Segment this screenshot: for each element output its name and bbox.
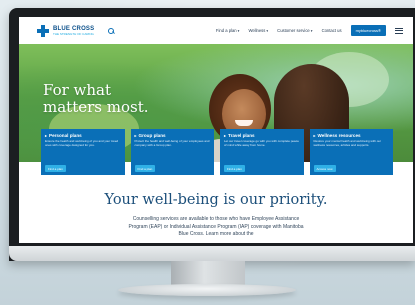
plan-cards: ▸ Personal plans Ensure the health and w… [41,129,393,175]
card-arrow-icon: ▸ [45,133,48,138]
nav-find-a-plan[interactable]: Find a plan▾ [216,28,240,33]
logo-wordmark: BLUE CROSS [53,25,95,32]
body-paragraph: Counselling services are available to th… [128,216,304,237]
monitor-stand-base [118,284,296,296]
card-description: Protect the health and well-being of you… [134,139,210,147]
site-header: BLUE CROSS THE STRENGTH OF CARING Find a… [19,17,413,44]
card-title: Group plans [138,133,166,138]
card-arrow-icon: ▸ [224,133,227,138]
chevron-down-icon: ▾ [310,29,313,33]
nav-wellness[interactable]: Wellness▾ [248,28,268,33]
access-now-button[interactable]: Access now [313,165,336,172]
card-group-plans[interactable]: ▸ Group plans Protect the health and wel… [130,129,214,175]
menu-icon[interactable] [395,27,403,34]
site-logo[interactable]: BLUE CROSS THE STRENGTH OF CARING [37,24,95,37]
card-description: Ensure the health and well-being of you … [45,139,119,147]
page-headline: Your well-being is our priority. [104,192,328,208]
card-title: Travel plans [228,133,255,138]
card-wellness-resources[interactable]: ▸ Wellness resources Restore your mental… [309,129,393,175]
card-description: Restore your mental health and well-bein… [313,139,382,147]
logo-tagline: THE STRENGTH OF CARING [53,31,94,36]
card-personal-plans[interactable]: ▸ Personal plans Ensure the health and w… [41,129,125,175]
chevron-down-icon: ▾ [266,29,269,33]
search-icon[interactable] [108,27,115,34]
main-nav: Find a plan▾ Wellness▾ Customer service▾… [216,25,403,36]
card-description: Let our travel coverage go with you with… [224,139,299,147]
nav-contact-us[interactable]: Contact us [322,28,342,33]
find-a-plan-button[interactable]: Find a plan [45,165,66,172]
mybluecross-button[interactable]: mybluecross® [350,25,386,36]
card-travel-plans[interactable]: ▸ Travel plans Let our travel coverage g… [220,129,304,175]
monitor-chin [9,246,415,261]
hero-title: For what matters most. [43,81,149,116]
find-a-plan-button[interactable]: Find a plan [224,165,245,172]
find-a-plan-button[interactable]: Find a plan [134,165,156,172]
monitor-screen: BLUE CROSS THE STRENGTH OF CARING Find a… [19,17,413,243]
card-arrow-icon: ▸ [313,133,316,138]
card-arrow-icon: ▸ [134,133,137,138]
card-title: Wellness resources [317,133,361,138]
nav-customer-service[interactable]: Customer service▾ [277,28,312,33]
chevron-down-icon: ▾ [237,29,240,33]
card-title: Personal plans [49,133,82,138]
cross-logo-icon [37,24,49,37]
